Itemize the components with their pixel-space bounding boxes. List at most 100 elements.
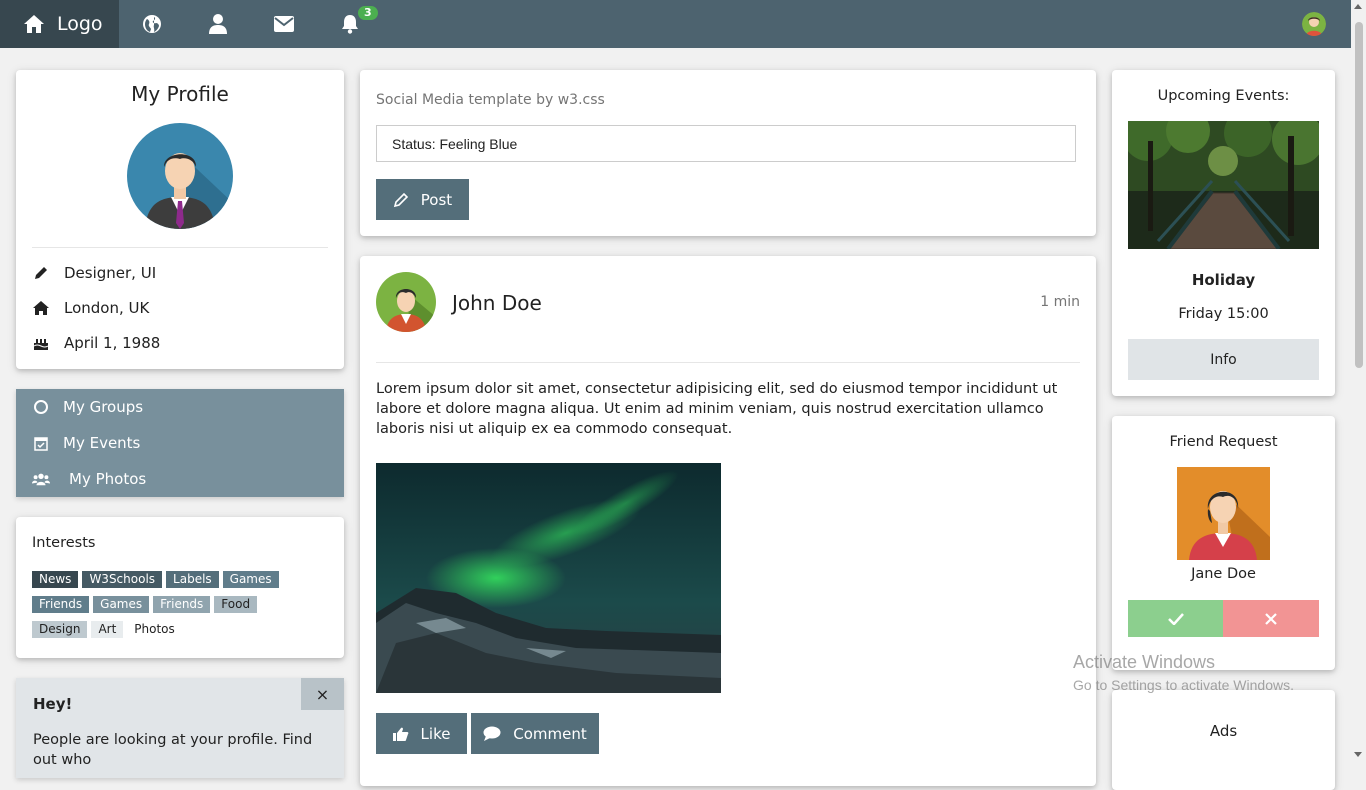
like-button-label: Like (420, 724, 451, 743)
man-avatar-icon (127, 123, 233, 229)
messages-button[interactable] (251, 0, 317, 48)
avatar-icon (1302, 12, 1326, 36)
birthday-text: April 1, 1988 (64, 334, 161, 352)
interest-tag: News (32, 571, 79, 588)
divider (376, 362, 1080, 363)
interest-tag: Games (93, 596, 150, 613)
post-button-label: Post (420, 190, 453, 209)
like-button[interactable]: Like (376, 713, 467, 754)
pencil-icon (32, 265, 50, 281)
man-avatar-icon (376, 272, 436, 332)
status-composer-card: Social Media template by w3.css Status: … (360, 70, 1096, 236)
globe-icon (143, 15, 161, 33)
my-groups-label: My Groups (63, 398, 144, 416)
scroll-thumb[interactable] (1355, 22, 1363, 368)
circle-icon (32, 399, 50, 415)
decline-friend-button[interactable] (1223, 600, 1319, 637)
users-icon (32, 472, 50, 486)
close-icon (1265, 612, 1277, 625)
event-time: Friday 15:00 (1178, 306, 1269, 322)
alert-title: Hey! (33, 695, 73, 713)
interest-tag: Friends (32, 596, 90, 613)
ads-card: Ads (1112, 690, 1335, 790)
profile-views-alert: × Hey! People are looking at your profil… (16, 678, 344, 778)
logo-label: Logo (57, 13, 103, 35)
friend-request-title: Friend Request (1169, 434, 1278, 450)
my-events-label: My Events (63, 434, 141, 452)
interest-tags: News W3Schools Labels Games Friends Games Frie… (32, 569, 332, 644)
home-icon (24, 15, 44, 33)
checkmark-icon (1167, 612, 1184, 625)
comment-icon (483, 726, 501, 741)
info-button-label: Info (1210, 351, 1237, 368)
event-name: Holiday (1191, 271, 1256, 289)
activate-windows-watermark: Activate Windows (1073, 652, 1216, 672)
interest-tag: W3Schools (82, 571, 163, 588)
aurora-photo (376, 463, 721, 693)
close-icon: × (315, 684, 330, 704)
post-author-avatar (376, 272, 436, 332)
event-info-button[interactable]: Info (1128, 339, 1319, 380)
scrollbar[interactable] (1351, 0, 1366, 768)
user-icon (209, 14, 227, 34)
accordion-menu: My Groups My Events My Photos (16, 389, 344, 497)
post-button[interactable]: Post (376, 179, 469, 220)
scroll-down-arrow[interactable] (1354, 752, 1362, 757)
account-button[interactable] (185, 0, 251, 48)
location-text: London, UK (64, 299, 150, 317)
my-groups-button[interactable]: My Groups (32, 389, 143, 425)
calendar-check-icon (32, 436, 50, 451)
interest-tag: Games (222, 571, 279, 588)
interest-tag: Food (214, 596, 258, 613)
location-row: London, UK (32, 299, 149, 317)
aurora-image (376, 463, 721, 693)
interest-tag: Design (32, 621, 88, 638)
post-card: John Doe 1 min Lorem ipsum dolor sit ame… (360, 256, 1096, 786)
alert-message: People are looking at your profile. Find… (33, 732, 313, 768)
friend-avatar (1177, 467, 1270, 560)
status-value: Status: Feeling Blue (392, 135, 518, 152)
events-title: Upcoming Events: (1157, 88, 1290, 104)
ads-title: Ads (1209, 722, 1238, 740)
post-time: 1 min (1040, 294, 1080, 310)
status-input[interactable]: Status: Feeling Blue (376, 125, 1076, 162)
profile-card: My Profile Designer, UI London, UK April… (16, 70, 344, 369)
events-card: Upcoming Events: Holiday Friday 15:00 In… (1112, 70, 1335, 396)
envelope-icon (274, 16, 294, 32)
accept-friend-button[interactable] (1128, 600, 1223, 637)
my-events-button[interactable]: My Events (32, 425, 140, 461)
post-text: Lorem ipsum dolor sit amet, consectetur … (376, 381, 1058, 437)
forest-bridge-photo (1128, 121, 1319, 249)
thumbs-up-icon (392, 727, 408, 741)
divider (32, 247, 328, 248)
scroll-up-arrow[interactable] (1354, 4, 1362, 9)
friend-name: Jane Doe (1191, 566, 1256, 582)
my-photos-button[interactable]: My Photos (32, 461, 146, 497)
interest-tag: Photos (127, 621, 182, 638)
profile-title: My Profile (131, 82, 229, 106)
woman-avatar-icon (1177, 467, 1270, 560)
job-row: Designer, UI (32, 264, 156, 282)
interest-tag: Friends (153, 596, 211, 613)
comment-button-label: Comment (513, 724, 587, 743)
birthday-cake-icon (32, 335, 50, 351)
interest-tag: Art (91, 621, 124, 638)
logo-button[interactable]: Logo (0, 0, 119, 48)
globe-button[interactable] (119, 0, 185, 48)
job-text: Designer, UI (64, 264, 157, 282)
user-avatar[interactable] (1302, 12, 1326, 36)
my-photos-label: My Photos (69, 470, 147, 488)
comment-button[interactable]: Comment (471, 713, 599, 754)
top-navbar: Logo 3 (0, 0, 1366, 48)
composer-subtitle: Social Media template by w3.css (376, 92, 605, 108)
birthday-row: April 1, 1988 (32, 334, 160, 352)
post-author-name[interactable]: John Doe (452, 291, 542, 315)
bell-icon (342, 15, 358, 34)
interest-tag: Labels (166, 571, 219, 588)
close-alert-button[interactable]: × (301, 678, 344, 710)
friend-request-card: Friend Request Jane Doe (1112, 416, 1335, 670)
activate-windows-hint: Go to Settings to activate Windows. (1073, 677, 1294, 693)
pencil-icon (393, 192, 408, 207)
notification-badge: 3 (358, 6, 378, 20)
profile-avatar (127, 123, 233, 229)
